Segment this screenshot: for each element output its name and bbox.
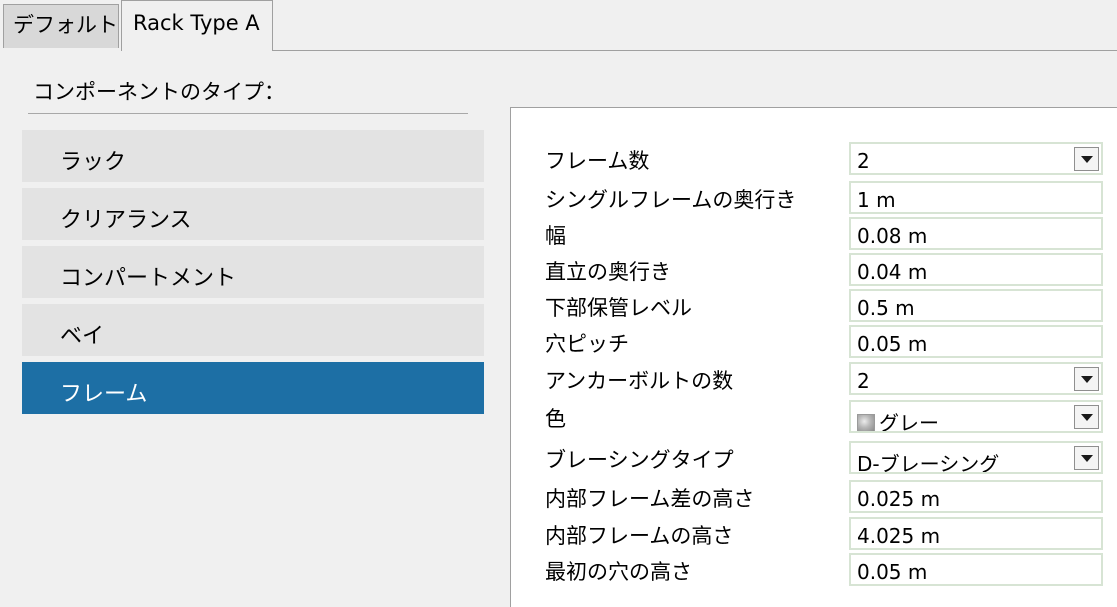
property-label: アンカーボルトの数 [545, 369, 734, 393]
property-label: 内部フレーム差の高さ [545, 487, 755, 511]
property-label: ブレーシングタイプ [545, 448, 734, 472]
property-row-inner-frame-height: 内部フレームの高さ 4.025 m [545, 517, 1115, 551]
component-item-clearance[interactable]: クリアランス [22, 188, 484, 240]
inner-frame-height-field[interactable]: 4.025 m [849, 517, 1103, 550]
select-value: D-ブレーシング [857, 452, 1000, 474]
component-type-heading: コンポーネントのタイプ： [33, 80, 285, 104]
property-row-color: 色 グレー [545, 400, 1115, 434]
select-value: 2 [857, 149, 870, 173]
property-label: 色 [545, 407, 566, 431]
component-item-bay[interactable]: ベイ [22, 304, 484, 356]
frame-count-select[interactable]: 2 [849, 142, 1103, 175]
property-label: 穴ピッチ [545, 332, 629, 356]
tab-bar-divider [272, 50, 1117, 51]
property-row-frame-count: フレーム数 2 [545, 142, 1115, 176]
chevron-down-icon[interactable] [1074, 405, 1099, 429]
properties-panel: フレーム数 2 シングルフレームの奥行き 1 m 幅 0.08 m 直立の奥行き… [510, 107, 1117, 607]
component-type-list: ラック クリアランス コンパートメント ベイ フレーム [22, 130, 484, 420]
property-row-bracing-type: ブレーシングタイプ D-ブレーシング [545, 441, 1115, 475]
bracing-type-select[interactable]: D-ブレーシング [849, 441, 1103, 474]
upright-depth-field[interactable]: 0.04 m [849, 253, 1103, 286]
property-label: 下部保管レベル [545, 296, 692, 320]
property-row-first-hole-height: 最初の穴の高さ 0.05 m [545, 553, 1115, 587]
property-label: 直立の奥行き [545, 260, 671, 284]
property-row-upright-depth: 直立の奥行き 0.04 m [545, 253, 1115, 287]
single-frame-depth-field[interactable]: 1 m [849, 181, 1103, 214]
select-value: グレー [879, 411, 939, 433]
tab-bar: デフォルト Rack Type A [0, 0, 1117, 52]
tab-default[interactable]: デフォルト [3, 4, 119, 48]
property-label: 最初の穴の高さ [545, 560, 692, 584]
property-label: フレーム数 [545, 149, 650, 173]
component-item-compartment[interactable]: コンパートメント [22, 246, 484, 298]
anchor-bolt-count-select[interactable]: 2 [849, 362, 1103, 395]
inner-frame-diff-height-field[interactable]: 0.025 m [849, 480, 1103, 513]
width-field[interactable]: 0.08 m [849, 217, 1103, 250]
hole-pitch-field[interactable]: 0.05 m [849, 325, 1103, 358]
chevron-down-icon[interactable] [1074, 446, 1099, 470]
color-select[interactable]: グレー [849, 400, 1103, 433]
property-row-bottom-storage-level: 下部保管レベル 0.5 m [545, 289, 1115, 323]
bottom-storage-level-field[interactable]: 0.5 m [849, 289, 1103, 322]
property-row-inner-frame-diff-height: 内部フレーム差の高さ 0.025 m [545, 480, 1115, 514]
property-label: 幅 [545, 224, 566, 248]
property-row-anchor-bolt-count: アンカーボルトの数 2 [545, 362, 1115, 396]
color-swatch-icon [857, 414, 875, 431]
component-item-rack[interactable]: ラック [22, 130, 484, 182]
first-hole-height-field[interactable]: 0.05 m [849, 553, 1103, 586]
property-row-single-frame-depth: シングルフレームの奥行き 1 m [545, 181, 1115, 215]
component-item-frame[interactable]: フレーム [22, 362, 484, 414]
heading-separator [28, 113, 468, 114]
property-row-hole-pitch: 穴ピッチ 0.05 m [545, 325, 1115, 359]
property-row-width: 幅 0.08 m [545, 217, 1115, 251]
chevron-down-icon[interactable] [1074, 367, 1099, 391]
property-label: 内部フレームの高さ [545, 524, 734, 548]
select-value: 2 [857, 369, 870, 393]
chevron-down-icon[interactable] [1074, 147, 1099, 171]
tab-rack-type-a[interactable]: Rack Type A [121, 0, 273, 51]
property-label: シングルフレームの奥行き [545, 188, 797, 212]
